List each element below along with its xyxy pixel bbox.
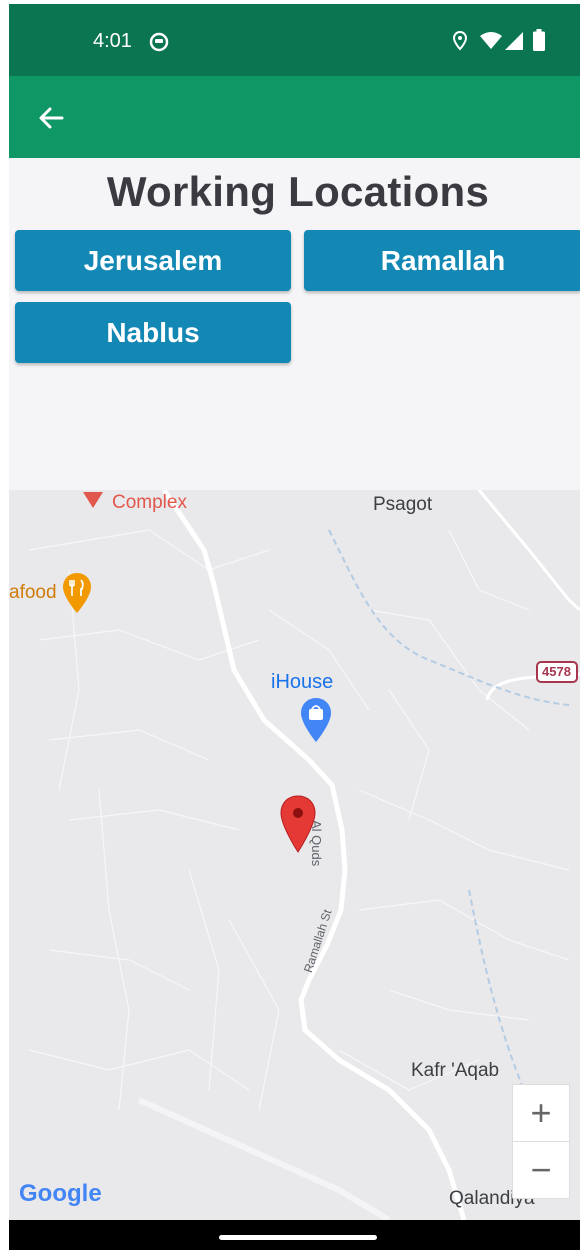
location-icon [452,31,468,51]
app-bar [9,76,580,158]
home-gesture-handle[interactable] [219,1235,377,1240]
shopping-marker-icon[interactable] [300,697,332,743]
google-logo: Google [19,1180,102,1207]
road-number-4578: 4578 [542,664,571,679]
status-time: 4:01 [93,30,132,52]
location-button-ramallah[interactable]: Ramallah [304,230,580,291]
battery-icon [533,29,545,51]
complex-marker-icon[interactable] [81,492,105,510]
status-bar: 4:01 [9,4,580,76]
restaurant-marker-icon[interactable] [62,572,92,614]
location-pin-icon[interactable] [279,794,317,854]
map-label-complex[interactable]: Complex [112,492,187,514]
zoom-out-button[interactable]: − [512,1141,570,1199]
location-button-nablus[interactable]: Nablus [15,302,291,363]
zoom-in-button[interactable]: + [512,1084,570,1142]
cellular-signal-icon [505,32,523,50]
map-label-kafr-aqab: Kafr 'Aqab [411,1060,500,1081]
map-label-seafood[interactable]: afood [9,582,57,604]
page-title: Working Locations [106,168,490,215]
arrow-back-icon[interactable] [37,104,65,132]
app-screen: 4:01 Working Locations Jerusalem Ramalla… [9,4,580,1250]
system-nav-bar [9,1220,580,1250]
map-label-ihouse[interactable]: iHouse [271,671,333,694]
map-label-psagot: Psagot [373,494,433,515]
map-view[interactable]: Complex Psagot afood iHouse 4578 Al Quds… [9,490,580,1220]
map-roads [28,490,580,1220]
locations-panel: Working Locations Jerusalem Ramallah Nab… [9,158,580,490]
app-notification-icon [149,32,169,52]
location-button-jerusalem[interactable]: Jerusalem [15,230,291,291]
wifi-icon [480,32,502,49]
